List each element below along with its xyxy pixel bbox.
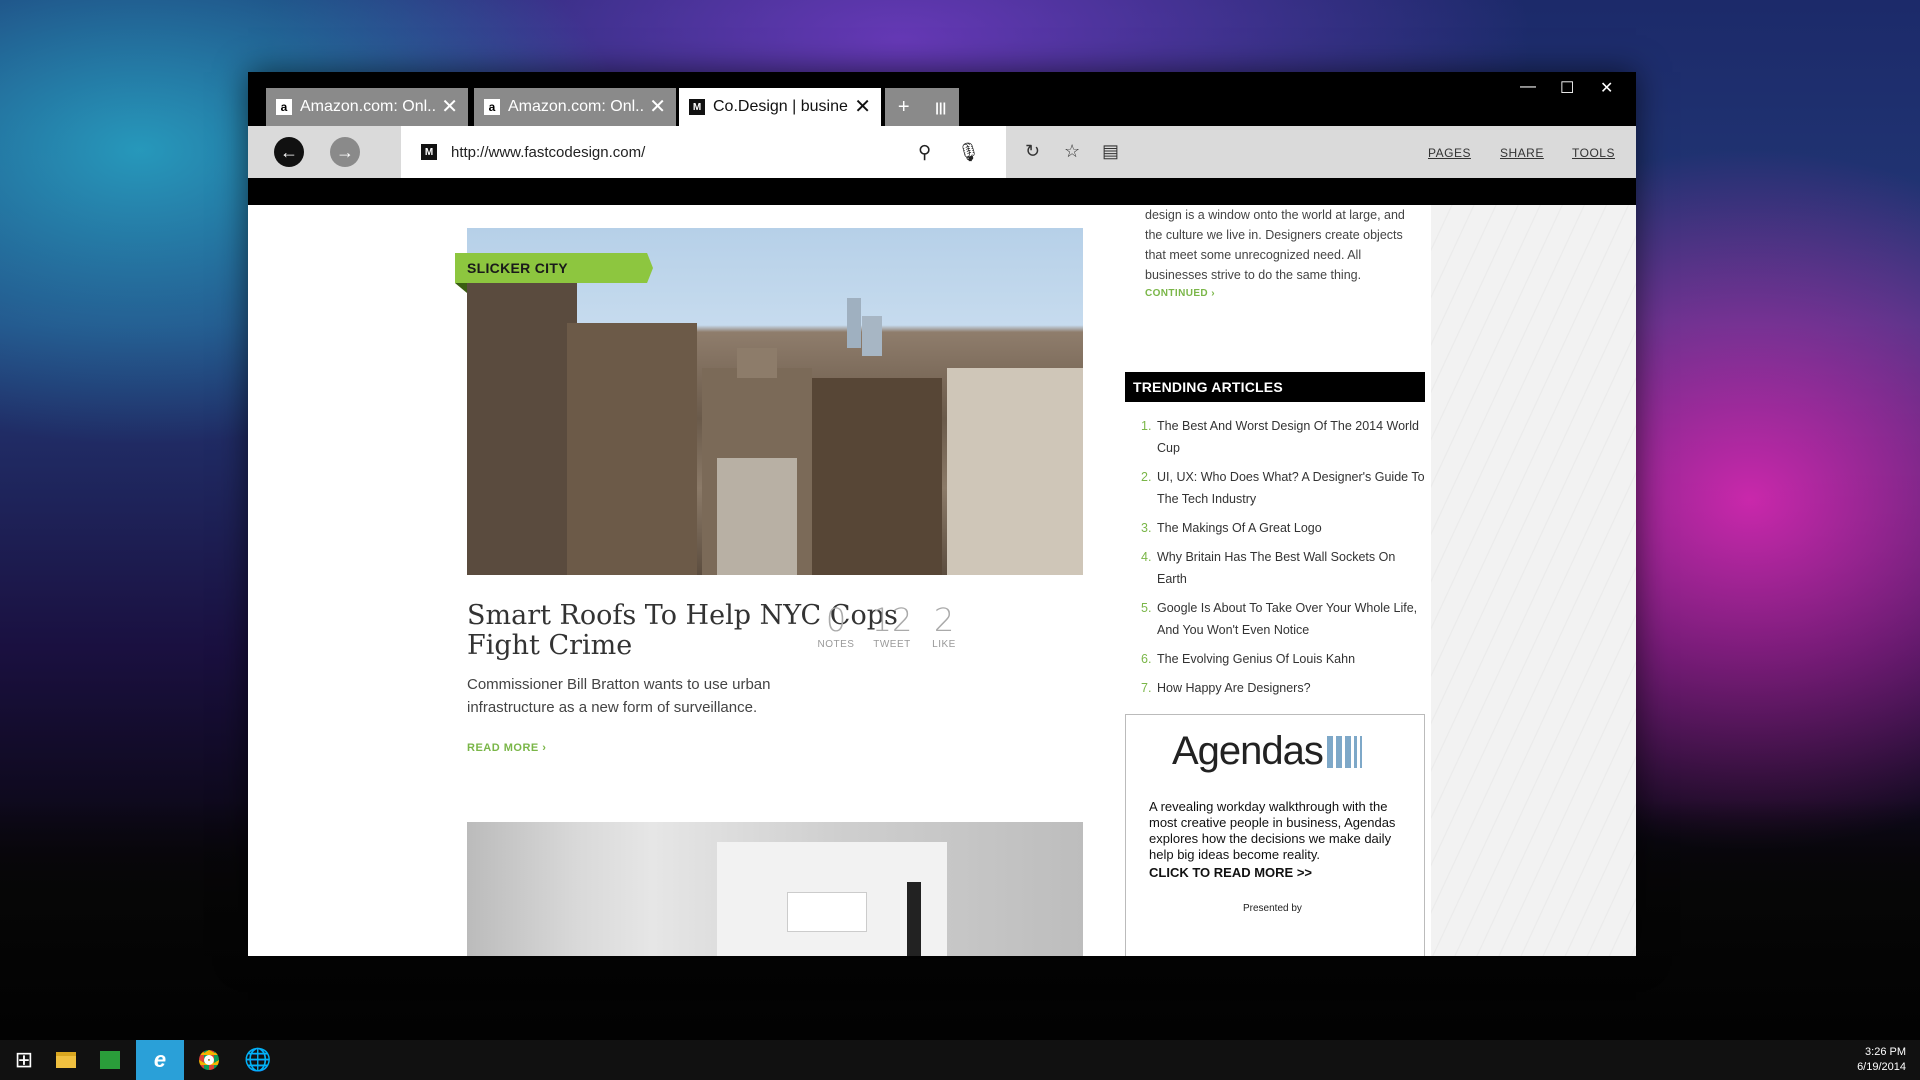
tools-menu[interactable]: TOOLS	[1572, 146, 1615, 160]
windows-start-icon[interactable]: ⊞	[0, 1040, 48, 1080]
maximize-button[interactable]: ☐	[1560, 78, 1574, 98]
site-header-bar	[248, 178, 1636, 205]
ad-presented-by: Presented by	[1243, 903, 1302, 914]
trending-item[interactable]: 7. How Happy Are Designers?	[1141, 677, 1425, 699]
new-tab-button[interactable]: +	[898, 96, 910, 119]
trending-item[interactable]: 6. The Evolving Genius Of Louis Kahn	[1141, 648, 1425, 670]
browser-window: a Amazon.com: Onl... ✕ a Amazon.com: Onl…	[248, 72, 1636, 956]
trending-item[interactable]: 4. Why Britain Has The Best Wall Sockets …	[1141, 546, 1425, 590]
microphone-icon[interactable]: 🎙	[957, 142, 980, 163]
forward-button[interactable]: →	[330, 137, 360, 167]
trending-item[interactable]: 2. UI, UX: Who Does What? A Designer's Gu…	[1141, 466, 1425, 510]
tab-close-icon[interactable]: ✕	[854, 97, 871, 117]
article-description: Commissioner Bill Bratton wants to use u…	[467, 676, 771, 716]
arrow-right-icon: →	[336, 141, 354, 162]
reading-view-icon[interactable]: ▤	[1102, 141, 1119, 162]
read-more-link[interactable]: READ MORE ›	[467, 742, 546, 754]
search-icon[interactable]: ⚲	[918, 142, 931, 163]
stat-notes[interactable]: 0 NOTES	[812, 603, 860, 650]
tweet-count: 12	[871, 601, 913, 639]
ad-read-more-link[interactable]: CLICK TO READ MORE >>	[1149, 865, 1312, 880]
agendas-logo: Agendas	[1172, 729, 1362, 774]
system-clock[interactable]: 3:26 PM 6/19/2014	[1857, 1045, 1906, 1075]
amazon-favicon-icon: a	[484, 99, 500, 115]
stat-like[interactable]: 2 LIKE	[920, 603, 968, 650]
store-icon[interactable]	[86, 1040, 134, 1080]
internet-explorer-icon[interactable]: e	[136, 1040, 184, 1080]
agendas-bars-icon	[1326, 735, 1362, 768]
trending-articles-heading: TRENDING ARTICLES	[1125, 372, 1425, 402]
star-icon[interactable]: ☆	[1064, 141, 1080, 162]
continued-link[interactable]: CONTINUED ›	[1145, 288, 1215, 299]
file-explorer-icon[interactable]	[42, 1040, 90, 1080]
close-window-button[interactable]: ✕	[1600, 78, 1613, 98]
page-background-pattern	[1431, 205, 1636, 956]
category-tag-fold	[455, 283, 467, 293]
tab-title: Amazon.com: Onl...	[508, 98, 644, 115]
refresh-icon[interactable]: ↻	[1025, 141, 1040, 162]
minimize-button[interactable]: —	[1520, 78, 1536, 96]
clock-time: 3:26 PM	[1865, 1046, 1906, 1058]
article-image-interior[interactable]	[467, 822, 1083, 956]
intro-text: design is a window onto the world at lar…	[1145, 208, 1405, 282]
tab-list-icon[interactable]: |||	[935, 100, 946, 115]
site-favicon-icon: M	[421, 144, 437, 160]
tab-title: Co.Design | busines...	[713, 98, 848, 115]
notes-label: NOTES	[817, 639, 855, 650]
taskbar: ⊞ e 🌐 3:26 PM 6/19/2014	[0, 1040, 1920, 1080]
url-input[interactable]: http://www.fastcodesign.com/	[451, 144, 918, 161]
tweet-label: TWEET	[873, 639, 911, 650]
tab-strip: a Amazon.com: Onl... ✕ a Amazon.com: Onl…	[248, 72, 1636, 126]
address-bar[interactable]: M http://www.fastcodesign.com/ ⚲ 🎙	[401, 126, 1006, 178]
globe-icon[interactable]: 🌐	[234, 1040, 282, 1080]
like-label: LIKE	[932, 639, 956, 650]
pages-menu[interactable]: PAGES	[1428, 146, 1471, 160]
web-page: SLICKER CITY Smart Roofs To Help NYC Cop…	[248, 205, 1636, 956]
arrow-left-icon: ←	[280, 141, 298, 162]
tab-amazon-1[interactable]: a Amazon.com: Onl... ✕	[266, 88, 468, 126]
tab-close-icon[interactable]: ✕	[649, 97, 666, 117]
trending-item[interactable]: 1. The Best And Worst Design Of The 2014 …	[1141, 415, 1425, 459]
trending-item[interactable]: 5. Google Is About To Take Over Your Whol…	[1141, 597, 1425, 641]
amazon-favicon-icon: a	[276, 99, 292, 115]
notes-count: 0	[825, 601, 847, 639]
stat-tweet[interactable]: 12 TWEET	[868, 603, 916, 650]
tab-codesign[interactable]: M Co.Design | busines... ✕	[679, 88, 881, 126]
codesign-favicon-icon: M	[689, 99, 705, 115]
tab-amazon-2[interactable]: a Amazon.com: Onl... ✕	[474, 88, 676, 126]
agendas-ad[interactable]: Agendas A revealing workday walkthrough …	[1125, 714, 1425, 956]
navigation-bar: ← → M http://www.fastcodesign.com/ ⚲ 🎙 ↻…	[248, 126, 1636, 178]
tab-close-icon[interactable]: ✕	[441, 97, 458, 117]
category-tag[interactable]: SLICKER CITY	[455, 253, 653, 283]
share-menu[interactable]: SHARE	[1500, 146, 1544, 160]
tab-title: Amazon.com: Onl...	[300, 98, 436, 115]
tab-actions: + |||	[885, 88, 959, 126]
back-button[interactable]: ←	[274, 137, 304, 167]
ad-text: A revealing workday walkthrough with the…	[1149, 799, 1396, 862]
trending-item[interactable]: 3. The Makings Of A Great Logo	[1141, 517, 1425, 539]
chrome-icon[interactable]	[185, 1040, 233, 1080]
clock-date: 6/19/2014	[1857, 1061, 1906, 1073]
like-count: 2	[933, 601, 955, 639]
trending-list: 1. The Best And Worst Design Of The 2014 …	[1141, 415, 1425, 706]
